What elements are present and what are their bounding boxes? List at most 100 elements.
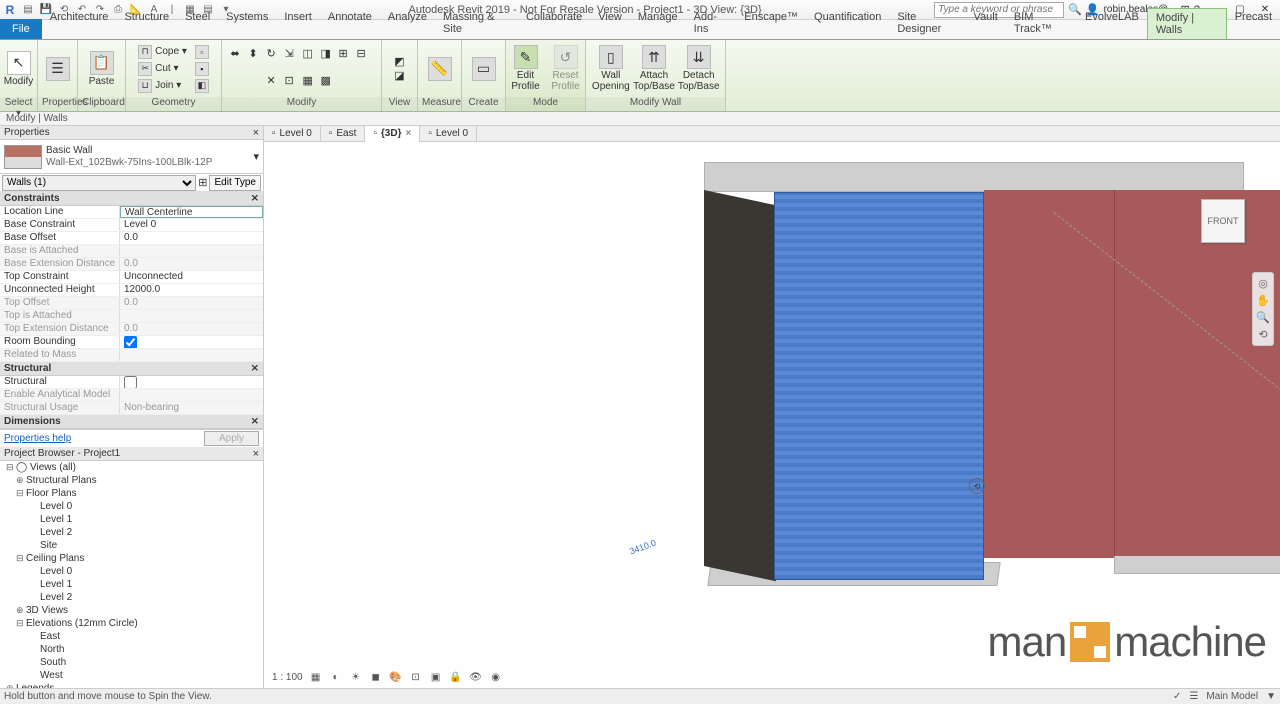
paste-button[interactable]: 📋Paste: [84, 49, 120, 89]
ribbon-tab[interactable]: Add-Ins: [686, 8, 737, 39]
status-worksets-icon[interactable]: ☰: [1189, 691, 1198, 702]
viewcube[interactable]: FRONT: [1194, 192, 1252, 250]
qat-open-icon[interactable]: ▤: [20, 2, 36, 18]
view-tab[interactable]: ▫East: [321, 126, 366, 142]
modify-tool-icon[interactable]: ✕: [267, 74, 283, 90]
edit-type-icon[interactable]: ⊞: [198, 176, 207, 189]
measure-button[interactable]: 📏: [422, 55, 458, 83]
rendering-icon[interactable]: 🎨: [389, 670, 403, 684]
modify-button[interactable]: ↖Modify: [1, 49, 37, 89]
view-tool-icon[interactable]: ◩: [394, 55, 404, 68]
edit-type-button[interactable]: Edit Type: [209, 175, 261, 191]
3d-canvas[interactable]: 3410.0 ⟲ FRONT ◎ ✋ 🔍 ⟲ 1 : 100 ▦ ◐: [264, 142, 1280, 688]
tree-item[interactable]: North: [0, 643, 263, 656]
view-tab[interactable]: ▫{3D}×: [365, 126, 420, 142]
app-logo[interactable]: R: [2, 2, 18, 18]
properties-button[interactable]: ☰: [40, 55, 76, 83]
cut-button[interactable]: ✂Cut ▾: [136, 61, 189, 77]
ribbon-tab[interactable]: View: [590, 8, 630, 39]
tree-item[interactable]: ⊕Legends: [0, 682, 263, 688]
join-button[interactable]: ⊔Join ▾: [136, 78, 189, 94]
cope-button[interactable]: ⊓Cope ▾: [136, 44, 189, 60]
ribbon-tab[interactable]: Systems: [218, 8, 276, 39]
view-tab[interactable]: ▫Level 0: [264, 126, 321, 142]
modify-tool-icon[interactable]: ⬍: [249, 47, 265, 63]
ribbon-tab[interactable]: Collaborate: [518, 8, 590, 39]
crop-icon[interactable]: ⊡: [409, 670, 423, 684]
tree-item[interactable]: ⊟Ceiling Plans: [0, 552, 263, 565]
tree-item[interactable]: Level 2: [0, 591, 263, 604]
temp-hide-icon[interactable]: 👁: [469, 670, 483, 684]
tree-item[interactable]: Level 2: [0, 526, 263, 539]
viewcube-front[interactable]: FRONT: [1201, 199, 1245, 243]
ribbon-tab[interactable]: Analyze: [380, 8, 435, 39]
property-category[interactable]: Structural⨯: [0, 362, 263, 376]
status-select-icon[interactable]: ✓: [1173, 691, 1181, 702]
visual-style-icon[interactable]: ◐: [329, 670, 343, 684]
modify-tool-icon[interactable]: ⇲: [285, 47, 301, 63]
edit-profile-button[interactable]: ✎Edit Profile: [508, 43, 544, 94]
ribbon-tab[interactable]: Insert: [276, 8, 320, 39]
tree-item[interactable]: Level 0: [0, 500, 263, 513]
properties-close-icon[interactable]: ×: [253, 127, 259, 139]
tree-item[interactable]: Level 1: [0, 578, 263, 591]
property-category[interactable]: Constraints⨯: [0, 192, 263, 206]
file-tab[interactable]: File: [0, 19, 42, 39]
modify-tool-icon[interactable]: ⊟: [357, 47, 373, 63]
status-filter-icon[interactable]: ▼: [1266, 691, 1276, 702]
apply-button[interactable]: Apply: [204, 431, 259, 446]
ribbon-tab[interactable]: Enscape™: [736, 8, 806, 39]
modify-tool-icon[interactable]: ▩: [321, 74, 337, 90]
property-row[interactable]: Base ConstraintLevel 0: [0, 219, 263, 232]
ribbon-tab[interactable]: Manage: [630, 8, 686, 39]
type-dropdown-icon[interactable]: ▾: [253, 150, 259, 163]
detail-level-icon[interactable]: ▦: [309, 670, 323, 684]
browser-close-icon[interactable]: ×: [253, 448, 259, 460]
modify-tool-icon[interactable]: ↻: [267, 47, 283, 63]
view-tool-icon[interactable]: ◪: [394, 69, 404, 82]
tree-item[interactable]: ⊕Structural Plans: [0, 474, 263, 487]
tree-item[interactable]: South: [0, 656, 263, 669]
modify-tool-icon[interactable]: ⬌: [231, 47, 247, 63]
modify-tool-icon[interactable]: ▦: [303, 74, 319, 90]
tree-item[interactable]: West: [0, 669, 263, 682]
type-selector[interactable]: Basic Wall Wall-Ext_102Bwk-75Ins-100LBlk…: [0, 140, 263, 174]
properties-help-link[interactable]: Properties help: [4, 433, 71, 444]
crop-region-icon[interactable]: ▣: [429, 670, 443, 684]
attach-button[interactable]: ⇈Attach Top/Base: [634, 43, 675, 94]
status-worksets[interactable]: Main Model: [1206, 691, 1258, 702]
property-category[interactable]: Dimensions⨯: [0, 415, 263, 429]
ribbon-tab[interactable]: Massing & Site: [435, 8, 518, 39]
property-row[interactable]: Structural: [0, 376, 263, 389]
create-button[interactable]: ▭: [466, 55, 502, 83]
property-checkbox[interactable]: [124, 336, 137, 348]
property-row[interactable]: Location LineWall Centerline: [0, 206, 263, 219]
ribbon-tab[interactable]: Architecture: [42, 8, 117, 39]
wall-opening-button[interactable]: ▯Wall Opening: [592, 43, 630, 94]
detach-button[interactable]: ⇊Detach Top/Base: [678, 43, 719, 94]
tree-item[interactable]: Level 1: [0, 513, 263, 526]
sun-path-icon[interactable]: ☀: [349, 670, 363, 684]
nav-wheel-icon[interactable]: ◎: [1258, 277, 1268, 290]
tree-item[interactable]: East: [0, 630, 263, 643]
view-tab-close-icon[interactable]: ×: [405, 128, 411, 139]
panel-select[interactable]: Select ▾: [0, 97, 37, 111]
nav-orbit-icon[interactable]: ⟲: [1258, 328, 1267, 341]
ribbon-tab[interactable]: Vault: [966, 8, 1006, 39]
property-row[interactable]: Top ConstraintUnconnected: [0, 271, 263, 284]
tree-item[interactable]: Level 0: [0, 565, 263, 578]
ribbon-tab[interactable]: Modify | Walls: [1147, 8, 1227, 39]
property-row[interactable]: Base Offset0.0: [0, 232, 263, 245]
reveal-icon[interactable]: ◉: [489, 670, 503, 684]
modify-tool-icon[interactable]: ◨: [321, 47, 337, 63]
tree-item[interactable]: ⊟Elevations (12mm Circle): [0, 617, 263, 630]
tree-item[interactable]: Site: [0, 539, 263, 552]
filter-select[interactable]: Walls (1): [2, 175, 196, 191]
ribbon-tab[interactable]: Precast: [1227, 8, 1280, 39]
scale-label[interactable]: 1 : 100: [272, 672, 303, 683]
modify-tool-icon[interactable]: ◫: [303, 47, 319, 63]
ribbon-tab[interactable]: Annotate: [320, 8, 380, 39]
geom-btn-3[interactable]: ◧: [193, 78, 211, 94]
shadows-icon[interactable]: ◼: [369, 670, 383, 684]
project-browser[interactable]: ⊟◯ Views (all)⊕Structural Plans⊟Floor Pl…: [0, 461, 263, 688]
